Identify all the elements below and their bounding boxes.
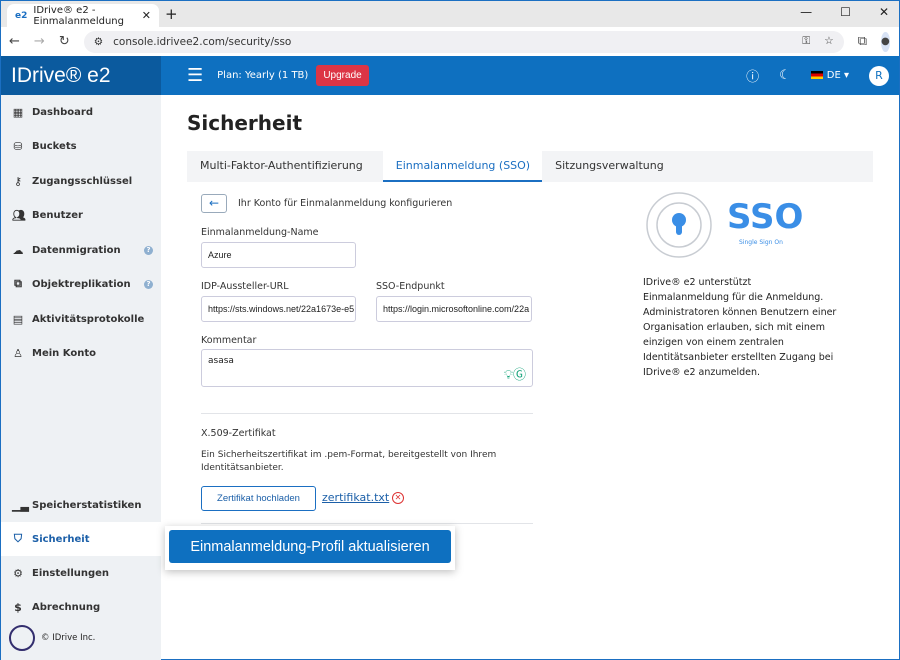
back-button[interactable]: ← (201, 194, 227, 213)
hamburger-menu-icon[interactable]: ☰ (187, 65, 203, 86)
name-input[interactable]: Azure (201, 242, 356, 268)
url-text[interactable]: console.idrivee2.com/security/sso (113, 36, 291, 48)
shield-icon: ⛉ (13, 532, 23, 545)
grammarly-icon[interactable]: 💡︎Ⓖ (504, 364, 526, 383)
page-title: Sicherheit (187, 111, 302, 135)
cloud-icon: ☁ (12, 243, 24, 257)
sidebar-item-migration[interactable]: ☁ Datenmigration? (1, 233, 161, 267)
sidebar-item-storage-stats[interactable]: ▁▃ Speicherstatistiken (1, 488, 161, 522)
sidebar-item-users[interactable]: 👥︎ Benutzer (1, 198, 161, 232)
sso-endpoint-input[interactable]: https://login.microsoftonline.com/22a (376, 296, 532, 322)
logo[interactable]: IDrive® e2 (1, 56, 161, 95)
dollar-icon: $ (14, 600, 22, 614)
sidebar-item-buckets[interactable]: ⛁ Buckets (1, 129, 161, 163)
cert-title: X.509-Zertifikat (201, 428, 276, 439)
log-icon: ▤ (12, 312, 24, 326)
replication-icon: ⧉ (14, 277, 22, 290)
upgrade-button[interactable]: Upgrade (316, 65, 369, 86)
comment-label: Kommentar (201, 335, 257, 346)
minimize-icon[interactable]: — (800, 5, 812, 19)
gear-icon: ⚙ (13, 566, 23, 580)
sidebar: ▦ Dashboard ⛁ Buckets ⚷ Zugangsschlüssel 👥︎… (1, 95, 161, 660)
password-key-icon[interactable]: ⚿ (802, 35, 810, 48)
extensions-icon[interactable]: ⧉ (858, 34, 867, 49)
tab-title: IDrive® e2 - Einmalanmeldung (33, 4, 124, 27)
chart-icon: ▁▃ (12, 498, 29, 512)
cert-description: Ein Sicherheitszertifikat im .pem-Format… (201, 450, 497, 473)
sso-logo-text: SSO (727, 197, 804, 237)
maximize-icon[interactable]: ☐ (840, 5, 851, 19)
certificate-file-link[interactable]: zertifikat.txt (322, 491, 389, 504)
users-icon: 👥︎ (12, 208, 26, 222)
dashboard-icon: ▦ (12, 105, 24, 119)
reload-icon[interactable]: ↻ (59, 34, 70, 49)
close-window-icon[interactable]: ✕ (879, 5, 889, 19)
site-info-icon[interactable]: ⚙ (94, 36, 103, 48)
help-icon[interactable]: ? (144, 245, 153, 255)
help-icon[interactable]: ⓘ (746, 66, 759, 85)
tab-sessions[interactable]: Sitzungsverwaltung (542, 151, 676, 182)
update-sso-profile-button[interactable]: Einmalanmeldung-Profil aktualisieren (169, 530, 451, 563)
comment-textarea[interactable]: asasa 💡︎Ⓖ (201, 349, 533, 387)
main-content: Sicherheit Multi-Faktor-Authentifizierun… (161, 95, 899, 660)
idp-label: IDP-Aussteller-URL (201, 281, 289, 292)
tab-bar: Multi-Faktor-Authentifizierung Einmalanm… (187, 151, 873, 182)
german-flag-icon (810, 71, 823, 79)
sidebar-item-replication[interactable]: ⧉ Objektreplikation? (1, 267, 161, 301)
bucket-icon: ⛁ (13, 139, 23, 153)
sidebar-item-security[interactable]: ⛉ Sicherheit (1, 522, 161, 556)
new-tab-button[interactable]: + (165, 5, 178, 23)
key-icon: ⚷ (13, 174, 23, 188)
tab-sso[interactable]: Einmalanmeldung (SSO) (382, 151, 543, 182)
sso-label: SSO-Endpunkt (376, 281, 445, 292)
name-label: Einmalanmeldung-Name (201, 227, 319, 238)
sidebar-item-account[interactable]: ♙ Mein Konto (1, 336, 161, 370)
remove-file-icon[interactable]: ✕ (392, 492, 404, 504)
sidebar-item-logs[interactable]: ▤ Aktivitätsprotokolle (1, 302, 161, 336)
dark-mode-moon-icon[interactable]: ☾ (779, 68, 791, 83)
favicon-icon: e2 (15, 10, 28, 21)
bookmark-star-icon[interactable]: ☆ (824, 35, 833, 48)
address-bar-row: ← → ↻ ⚙ console.idrivee2.com/security/sso ⚿ ☆… (1, 27, 899, 56)
sidebar-item-dashboard[interactable]: ▦ Dashboard (1, 95, 161, 129)
forward-icon[interactable]: → (34, 34, 45, 49)
user-avatar[interactable]: R (869, 65, 889, 86)
cookie-icon[interactable] (9, 625, 35, 651)
back-icon[interactable]: ← (9, 34, 20, 49)
sso-logo-subtitle: Single Sign On (739, 239, 783, 246)
sso-info-text: IDrive® e2 unterstützt Einmalanmeldung f… (643, 277, 837, 378)
divider (201, 413, 533, 414)
close-tab-icon[interactable]: ✕ (142, 9, 151, 22)
divider (201, 523, 533, 524)
app-header: IDrive® e2 ☰ Plan: Yearly (1 TB) Upgrade… (1, 56, 899, 95)
idp-url-input[interactable]: https://sts.windows.net/22a1673e-e5 (201, 296, 356, 322)
upload-certificate-button[interactable]: Zertifikat hochladen (201, 486, 316, 511)
browser-tab-bar: e2 IDrive® e2 - Einmalanmeldung ✕ + — ☐ ✕ (1, 1, 899, 27)
profile-icon[interactable]: ● (881, 31, 890, 52)
language-select[interactable]: DE ▾ (810, 70, 849, 81)
help-icon[interactable]: ? (144, 279, 153, 289)
url-bar[interactable]: ⚙ console.idrivee2.com/security/sso ⚿ ☆ (83, 30, 844, 53)
tab-mfa[interactable]: Multi-Faktor-Authentifizierung (187, 151, 375, 182)
sso-logo: SSO Single Sign On (643, 191, 803, 261)
sidebar-item-billing[interactable]: $ Abrechnung (1, 590, 161, 624)
browser-tab[interactable]: e2 IDrive® e2 - Einmalanmeldung ✕ (7, 4, 159, 27)
sidebar-item-settings[interactable]: ⚙ Einstellungen (1, 556, 161, 590)
footer: © IDrive Inc. (9, 625, 95, 651)
user-icon: ♙ (13, 346, 23, 360)
submit-container: Einmalanmeldung-Profil aktualisieren (165, 526, 455, 570)
sidebar-item-access-keys[interactable]: ⚷ Zugangsschlüssel (1, 164, 161, 198)
plan-label: Plan: Yearly (1 TB) (217, 70, 309, 81)
section-heading: Ihr Konto für Einmalanmeldung konfigurie… (238, 198, 453, 209)
